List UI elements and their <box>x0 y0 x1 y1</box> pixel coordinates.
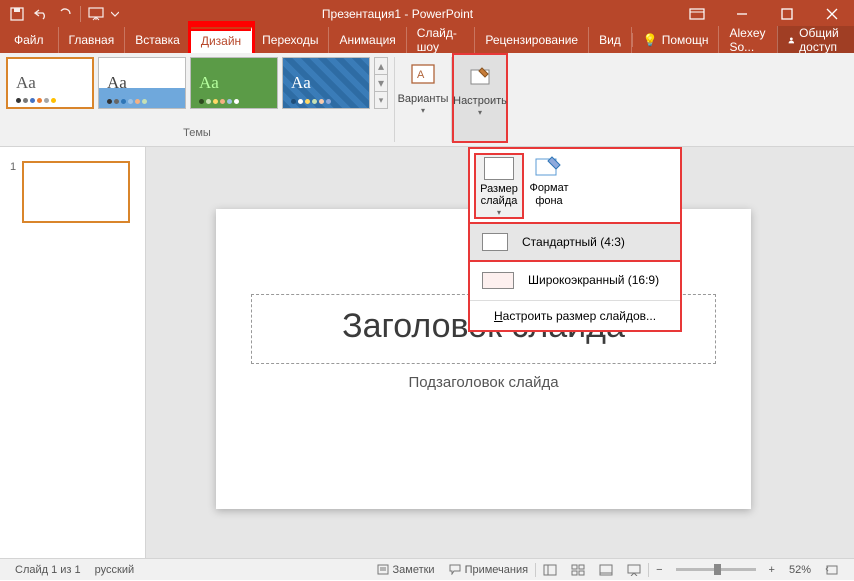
zoom-out-button[interactable]: − <box>649 559 669 581</box>
tell-me-button[interactable]: 💡Помощн <box>632 33 719 47</box>
quick-access-toolbar <box>0 3 121 25</box>
format-background-button[interactable]: Формат фона <box>524 153 574 219</box>
zoom-in-button[interactable]: + <box>762 559 782 581</box>
thumb-number: 1 <box>10 161 16 223</box>
slide-subtitle-placeholder[interactable]: Подзаголовок слайда <box>251 374 716 391</box>
comments-icon <box>449 564 461 575</box>
themes-group-label: Темы <box>6 127 388 139</box>
tab-home[interactable]: Главная <box>59 27 126 53</box>
ribbon-design: Aa Aa Aa Aa ▴ ▾ ▾ Темы A <box>0 53 854 147</box>
theme-tile-3[interactable]: Aa <box>190 57 278 109</box>
ribbon-tabs: Файл Главная Вставка Дизайн Переходы Ани… <box>0 27 854 53</box>
fit-to-window-button[interactable] <box>818 559 846 581</box>
slide-size-button[interactable]: Размер слайда ▾ <box>474 153 524 219</box>
tab-design[interactable]: Дизайн <box>191 27 252 53</box>
tab-animations[interactable]: Анимация <box>329 27 406 53</box>
customize-icon <box>464 61 496 93</box>
tab-view[interactable]: Вид <box>589 27 632 53</box>
sorter-view-button[interactable] <box>564 559 592 581</box>
variants-button[interactable]: A Варианты ▾ <box>395 53 451 146</box>
customize-button[interactable]: Настроить ▾ <box>452 53 508 143</box>
close-button[interactable] <box>809 0 854 27</box>
themes-group: Aa Aa Aa Aa ▴ ▾ ▾ Темы <box>0 53 394 146</box>
ribbon-options-button[interactable] <box>674 0 719 27</box>
tab-insert[interactable]: Вставка <box>125 27 191 53</box>
start-slideshow-button[interactable] <box>85 3 107 25</box>
theme-tile-2[interactable]: Aa <box>98 57 186 109</box>
tab-review[interactable]: Рецензирование <box>475 27 589 53</box>
slideshow-view-button[interactable] <box>620 559 648 581</box>
zoom-level[interactable]: 52% <box>782 559 818 581</box>
status-bar: Слайд 1 из 1 русский Заметки Примечания … <box>0 558 854 580</box>
save-button[interactable] <box>6 3 28 25</box>
menu-item-standard[interactable]: Стандартный (4:3) <box>468 222 682 262</box>
notes-button[interactable]: Заметки <box>370 559 442 581</box>
themes-scroll-down[interactable]: ▾ <box>375 74 387 91</box>
slide-thumbnails: 1 <box>0 147 146 558</box>
theme-tile-4[interactable]: Aa <box>282 57 370 109</box>
reading-view-button[interactable] <box>592 559 620 581</box>
window-title: Презентация1 - PowerPoint <box>121 7 674 21</box>
maximize-button[interactable] <box>764 0 809 27</box>
themes-more[interactable]: ▾ <box>375 91 387 108</box>
qat-more-button[interactable] <box>109 3 121 25</box>
comments-button[interactable]: Примечания <box>442 559 536 581</box>
window-controls <box>674 0 854 27</box>
minimize-button[interactable] <box>719 0 764 27</box>
titlebar: Презентация1 - PowerPoint <box>0 0 854 27</box>
slide-size-dropdown: Размер слайда ▾ Формат фона Стандартный … <box>468 147 682 332</box>
notes-icon <box>377 564 389 575</box>
share-button[interactable]: Общий доступ <box>777 26 854 54</box>
tab-slideshow[interactable]: Слайд-шоу <box>407 27 476 53</box>
menu-item-widescreen[interactable]: Широкоэкранный (16:9) <box>470 260 680 300</box>
slide-counter[interactable]: Слайд 1 из 1 <box>8 559 88 581</box>
tab-file[interactable]: Файл <box>0 27 59 53</box>
person-icon <box>788 34 795 46</box>
format-bg-icon <box>534 155 564 179</box>
tab-transitions[interactable]: Переходы <box>252 27 329 53</box>
account-button[interactable]: Alexey So... <box>718 26 776 54</box>
language-button[interactable]: русский <box>88 559 141 581</box>
variants-icon: A <box>407 59 439 91</box>
svg-text:A: A <box>417 69 425 81</box>
workspace: 1 Заголовок слайда Подзаголовок слайда <box>0 147 854 558</box>
themes-scroll-up[interactable]: ▴ <box>375 58 387 74</box>
zoom-slider[interactable] <box>676 568 756 571</box>
normal-view-button[interactable] <box>536 559 564 581</box>
menu-item-custom-size[interactable]: Настроить размер слайдов... <box>470 300 680 330</box>
redo-button[interactable] <box>54 3 76 25</box>
slide-thumbnail-1[interactable] <box>22 161 130 223</box>
undo-button[interactable] <box>30 3 52 25</box>
theme-tile-1[interactable]: Aa <box>6 57 94 109</box>
